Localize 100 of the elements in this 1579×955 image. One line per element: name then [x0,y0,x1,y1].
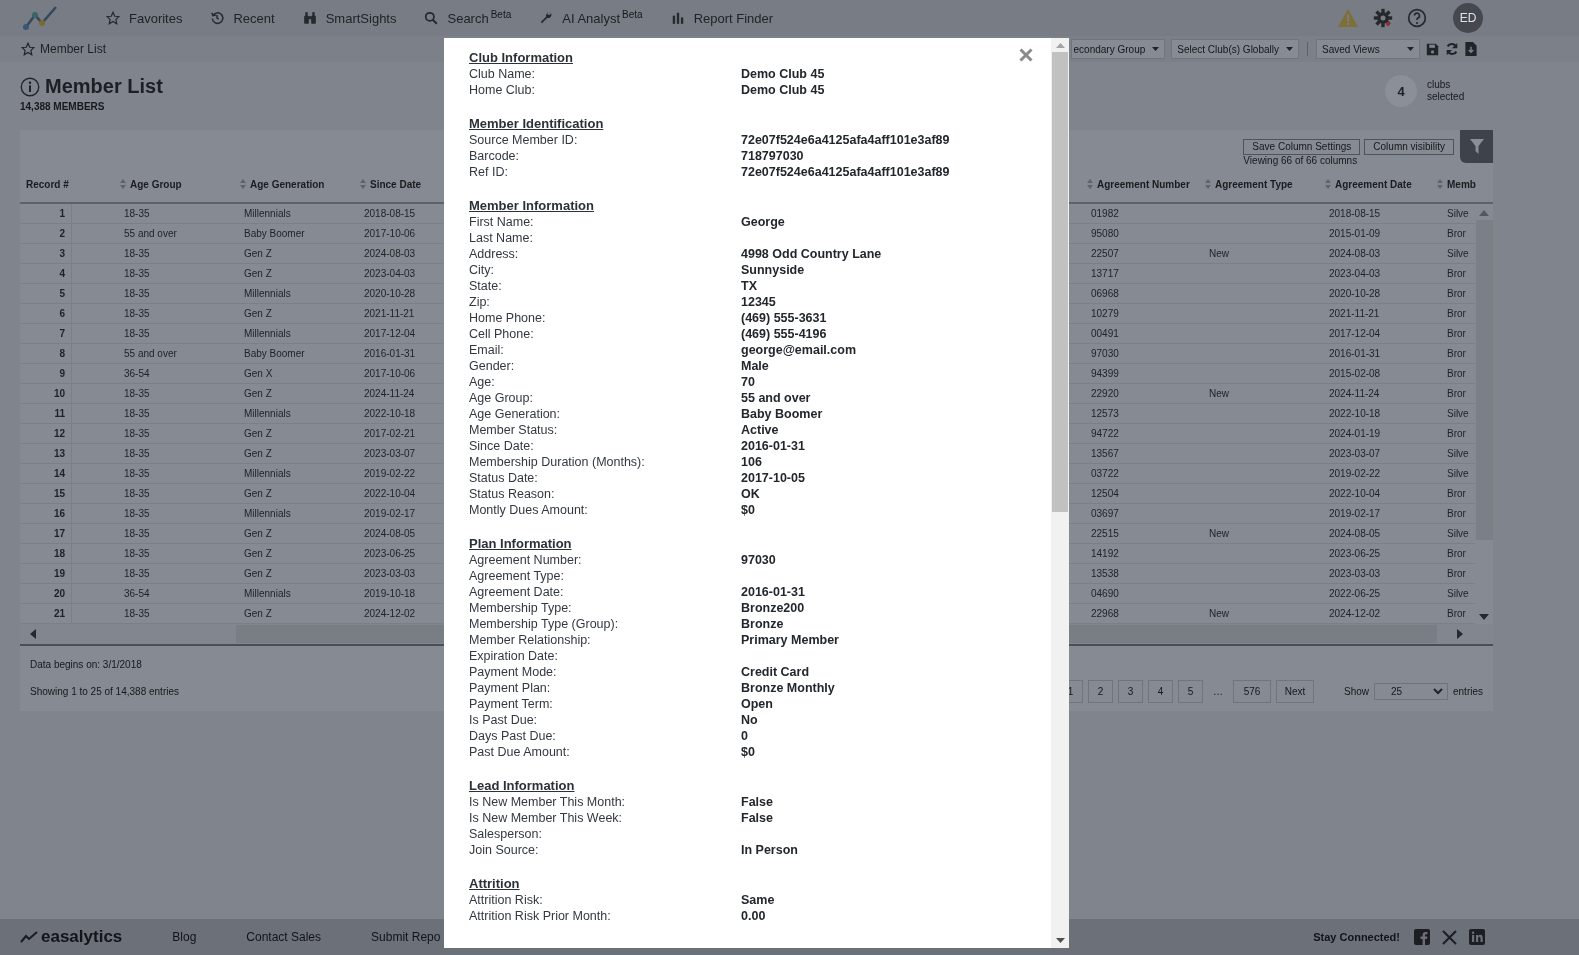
table-cell-text: Silve [1446,247,1470,261]
table-cell-text: 2016-01-31 [1328,347,1382,361]
table-cell-text: Gen Z [243,387,273,401]
table-cell-text: 2024-12-02 [363,607,417,621]
next-button[interactable]: Next [1275,680,1314,703]
table-cell-text: 03697 [1090,507,1120,521]
table-cell-text: Gen Z [243,567,273,581]
field-value: 70 [741,374,755,390]
field-label: Agreement Type: [469,568,565,584]
sort-icon[interactable] [1437,179,1443,189]
table-cell-text: 2019-10-18 [363,587,417,601]
dropdown[interactable]: econdary Group [1070,39,1166,59]
sort-icon[interactable] [120,179,126,189]
field-value: 4998 Odd Country Lane [741,246,882,262]
table-cell-text: Silve [1446,527,1470,541]
table-cell-text: 2024-08-03 [363,247,417,261]
facebook-icon[interactable] [1414,929,1430,945]
nav-link[interactable]: Search$^{Beta}$ [424,9,512,27]
field-value: TX [741,278,757,294]
refresh-icon[interactable] [1445,42,1459,56]
nav-link[interactable]: AI Analyst$^{Beta}$ [539,9,643,27]
column-header[interactable]: Record # [20,178,72,190]
sort-icon[interactable] [1205,179,1211,189]
page-button[interactable]: 4 [1147,680,1173,703]
user-avatar[interactable]: ED [1453,3,1483,33]
save-icon[interactable] [1426,42,1439,56]
column-header[interactable]: Memb [1437,178,1475,190]
table-cell-text: Bror [1446,227,1467,241]
nav-link[interactable]: SmartSights [302,10,397,26]
page-button[interactable]: 576 [1232,680,1271,703]
field-value: Active [741,422,779,438]
table-cell: New [1209,608,1229,619]
help-icon[interactable] [1407,8,1427,28]
column-header[interactable]: Agreement Type [1205,178,1325,190]
field-label: Home Club: [469,82,536,98]
nav-link[interactable]: Report Finder [670,10,774,26]
sort-icon[interactable] [240,179,246,189]
table-cell-text: 94722 [1090,427,1120,441]
table-cell-text: 2024-12-02 [1328,607,1382,621]
field-label: Status Reason: [469,486,556,502]
table-cell: New [1209,528,1229,539]
settings-icon[interactable] [1373,8,1393,28]
table-cell-text: Baby Boomer [243,347,306,361]
table-cell-text: 2019-02-17 [1328,507,1382,521]
arrow-right-icon[interactable] [1457,629,1463,639]
page-button[interactable]: 2 [1087,680,1113,703]
arrow-up-icon[interactable] [1479,210,1489,216]
binoculars-icon [302,11,317,25]
chevron-down-icon [1433,688,1443,695]
column-header[interactable]: Age Group [72,178,240,190]
table-cell-text: 18-35 [123,607,151,621]
column-header[interactable]: Agreement Number [1085,178,1205,190]
column-header[interactable]: Since Date [360,178,440,190]
page-button[interactable]: 3 [1117,680,1143,703]
page-size-select[interactable]: 25 [1374,683,1448,700]
download-file-icon[interactable] [1465,42,1477,56]
saved-views-dropdown[interactable]: Saved Views [1316,39,1420,59]
table-cell-text: 2017-12-04 [1328,327,1382,341]
field-label: Since Date: [469,438,535,454]
table-cell-text: Silve [1446,467,1470,481]
star-icon [21,42,35,56]
arrow-left-icon[interactable] [30,629,36,639]
sort-icon[interactable] [1325,179,1331,189]
table-cell: 13 [20,444,72,463]
close-icon[interactable] [1019,48,1033,62]
vertical-scrollbar[interactable] [1051,38,1069,948]
arrow-up-icon[interactable] [1055,43,1065,48]
column-header[interactable]: Agreement Date [1325,178,1437,190]
arrow-down-icon[interactable] [1055,938,1065,943]
column-header[interactable]: Age Generation [240,178,360,190]
table-cell-text: 36-54 [123,367,151,381]
table-cell-text: 13538 [1090,567,1120,581]
linkedin-icon[interactable] [1469,929,1485,945]
table-cell: 1 [20,204,72,223]
table-tool-button[interactable]: Column visibility [1364,139,1454,155]
field-label: Ref ID: [469,164,509,180]
filter-button[interactable] [1460,130,1493,163]
table-cell-text: Gen Z [243,427,273,441]
nav-link[interactable]: Favorites [106,10,183,26]
page-button[interactable]: 5 [1177,680,1203,703]
arrow-down-icon[interactable] [1479,614,1489,620]
footer-link[interactable]: Contact Sales [246,930,322,944]
info-icon[interactable] [20,76,40,97]
nav-link[interactable]: Recent [210,10,275,26]
field-value: Demo Club 45 [741,82,825,98]
table-cell-text: 04690 [1090,587,1120,601]
table-cell-text: 94399 [1090,367,1120,381]
x-icon[interactable] [1442,929,1457,945]
table-cell-text: 18-35 [123,567,151,581]
table-cell-text: Bror [1446,307,1467,321]
footer-logo[interactable]: easalytics [20,927,123,947]
table-cell-text: 95080 [1090,227,1120,241]
breadcrumb[interactable]: Member List [21,42,107,56]
dropdown[interactable]: Select Club(s) Globally [1171,39,1299,59]
table-cell-text: 10279 [1090,307,1120,321]
sort-icon[interactable] [1087,179,1093,189]
footer-link[interactable]: Blog [172,930,197,944]
sort-icon[interactable] [360,179,366,189]
footer-link[interactable]: Submit Repo [371,930,441,944]
table-tool-button[interactable]: Save Column Settings [1243,139,1361,155]
